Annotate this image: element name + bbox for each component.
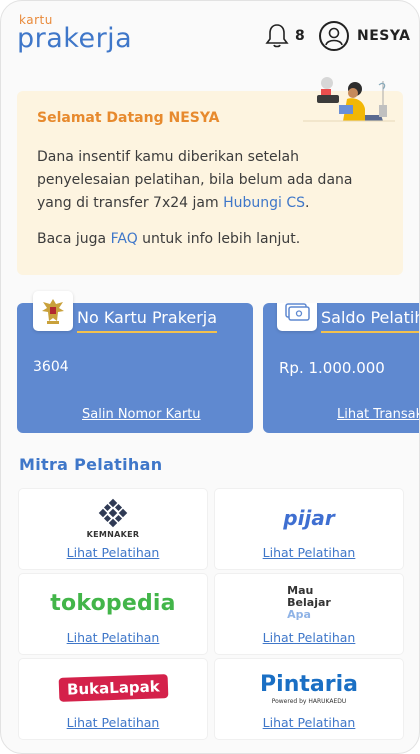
bukalapak-text: BukaLapak: [58, 674, 168, 702]
tokopedia-link[interactable]: Lihat Pelatihan: [19, 630, 207, 645]
faq-message: Baca juga FAQ untuk info lebih lanjut.: [37, 228, 389, 251]
kemnaker-logo: KEMNAKER: [19, 495, 207, 541]
prakerja-logo[interactable]: kartu prakerja: [17, 13, 147, 57]
partner-card-bukalapak[interactable]: BukaLapak Lihat Pelatihan: [19, 659, 207, 739]
avatar[interactable]: [319, 21, 349, 51]
kemnaker-text: KEMNAKER: [86, 529, 140, 539]
maubelajarapa-logo: Mau Belajar Apa: [215, 580, 403, 626]
maubelajarapa-link[interactable]: Lihat Pelatihan: [215, 630, 403, 645]
top-header: kartu prakerja 8 NESYA: [1, 1, 419, 79]
pijar-logo: pijar: [215, 495, 403, 541]
copy-card-number-link[interactable]: Salin Nomor Kartu: [82, 407, 201, 422]
bukalapak-link[interactable]: Lihat Pelatihan: [19, 715, 207, 730]
pijar-link[interactable]: Lihat Pelatihan: [215, 545, 403, 560]
partner-card-pijar[interactable]: pijar Lihat Pelatihan: [215, 489, 403, 569]
pintaria-link[interactable]: Lihat Pelatihan: [215, 715, 403, 730]
kemnaker-emblem-icon: [98, 498, 128, 527]
kemnaker-link[interactable]: Lihat Pelatihan: [19, 545, 207, 560]
money-icon: [277, 303, 317, 331]
money-svg: [285, 303, 310, 321]
card-number-card: No Kartu Prakerja 3604 Salin Nomor Kartu: [17, 291, 253, 433]
user-icon: [325, 27, 343, 46]
pintaria-logo: Pintaria Powered by HARUKAEDU: [215, 665, 403, 711]
partner-card-tokopedia[interactable]: tokopedia Lihat Pelatihan: [19, 574, 207, 654]
user-name[interactable]: NESYA: [357, 28, 411, 44]
faq-link[interactable]: FAQ: [111, 231, 138, 247]
pintaria-powered-text: Powered by HARUKAEDU: [271, 697, 347, 705]
faq-message-text: Baca juga: [37, 231, 111, 247]
notification-count: 8: [295, 28, 305, 44]
view-transactions-link[interactable]: Lihat Transaksi: [337, 407, 419, 422]
welcome-message: Dana insentif kamu diberikan setelah pen…: [37, 146, 389, 215]
bukalapak-logo: BukaLapak: [19, 665, 207, 711]
garuda-emblem-icon: [33, 291, 73, 331]
partner-card-pintaria[interactable]: Pintaria Powered by HARUKAEDU Lihat Pela…: [215, 659, 403, 739]
app-frame: kartu prakerja 8 NESYA Selamat Datang NE…: [0, 0, 420, 754]
partner-card-kemnaker[interactable]: KEMNAKER Lihat Pelatihan: [19, 489, 207, 569]
logo-big-text: prakerja: [17, 23, 133, 54]
maubelajarapa-line3: Apa: [287, 608, 311, 621]
welcome-title: Selamat Datang NESYA: [37, 110, 220, 126]
balance-card: Saldo Pelatihan Rp. 1.000.000 Lihat Tran…: [263, 303, 419, 433]
maubelajarapa-text: Mau Belajar Apa: [287, 585, 331, 621]
tokopedia-logo: tokopedia: [19, 580, 207, 626]
pintaria-text: Pintaria: [260, 671, 358, 697]
balance-value: Rp. 1.000.000: [279, 359, 385, 377]
reading-person-illustration: [303, 77, 395, 122]
faq-message-end: untuk info lebih lanjut.: [137, 231, 301, 247]
bell-icon[interactable]: [265, 23, 289, 49]
tokopedia-text: tokopedia: [50, 590, 176, 616]
card-number-title: No Kartu Prakerja: [77, 308, 218, 333]
welcome-message-end: .: [304, 195, 310, 211]
welcome-card: Selamat Datang NESYA Dana insentif kamu …: [17, 77, 403, 275]
pijar-text: pijar: [283, 506, 335, 530]
balance-title: Saldo Pelatihan: [321, 308, 419, 333]
garuda-emblem-svg: [42, 299, 64, 324]
contact-cs-link[interactable]: Hubungi CS: [223, 195, 305, 211]
card-number-value: 3604: [33, 359, 69, 375]
partner-card-maubelajarapa[interactable]: Mau Belajar Apa Lihat Pelatihan: [215, 574, 403, 654]
mitra-section-title: Mitra Pelatihan: [19, 455, 163, 474]
